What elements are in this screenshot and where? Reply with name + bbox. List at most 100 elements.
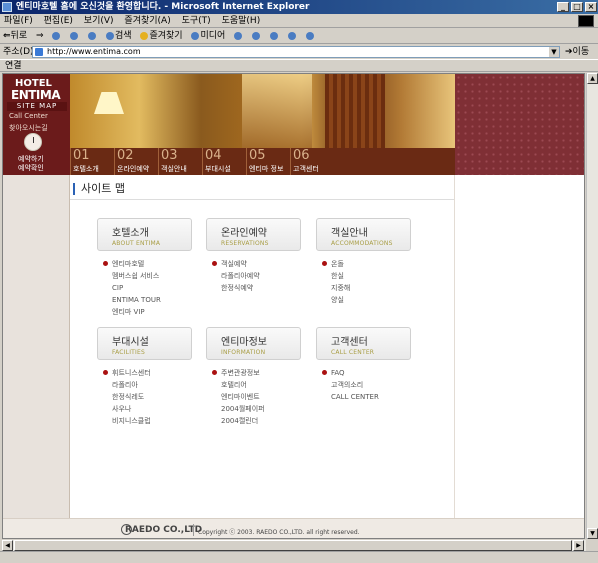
- decorative-pattern: [455, 74, 584, 175]
- sitemap-link[interactable]: 멤버스쉽 서비스: [112, 270, 192, 282]
- category-links: 주변관광정보 호텔리어 엔티마이벤트 2004월페이퍼 2004캘린더: [206, 367, 301, 427]
- sitemap-link[interactable]: FAQ: [322, 367, 411, 379]
- call-center-link[interactable]: Call Center: [9, 112, 48, 120]
- sitemap-link[interactable]: 한정식예약: [221, 282, 301, 294]
- copyright-text: Copyright ⓒ 2003. RAEDO CO.,LTD. all rig…: [198, 529, 360, 536]
- stop-icon: [52, 31, 61, 40]
- sitemap-link[interactable]: 라폴리아예약: [221, 270, 301, 282]
- links-bar[interactable]: 연결: [0, 59, 598, 72]
- sitemap-link[interactable]: ENTIMA TOUR: [112, 294, 192, 306]
- sitemap-link[interactable]: 휘트니스센터: [103, 367, 192, 379]
- discuss-button[interactable]: [303, 29, 318, 44]
- favorites-button[interactable]: 즐겨찾기: [137, 29, 185, 44]
- sitemap-link[interactable]: 2004캘린더: [221, 415, 301, 427]
- go-button[interactable]: ➔이동: [565, 45, 589, 59]
- sitemap-link[interactable]: 사우나: [112, 403, 192, 415]
- scroll-down-icon[interactable]: ▼: [587, 528, 598, 539]
- category-subtitle: INFORMATION: [221, 349, 266, 356]
- category-header[interactable]: 고객센터 CALL CENTER: [316, 327, 411, 360]
- category-subtitle: RESERVATIONS: [221, 240, 269, 247]
- menu-tools[interactable]: 도구(T): [178, 14, 215, 28]
- mail-button[interactable]: [249, 29, 264, 44]
- sitemap-link[interactable]: CIP: [112, 282, 192, 294]
- sitemap-link[interactable]: 엔티마호텔: [103, 258, 192, 270]
- category-header[interactable]: 온라인예약 RESERVATIONS: [206, 218, 301, 251]
- sitemap-link[interactable]: 엔티마 VIP: [112, 306, 192, 318]
- sitemap-link[interactable]: 지중해: [331, 282, 411, 294]
- nav-tab-facilities[interactable]: 04 부대시설: [202, 148, 246, 175]
- sitemap-link[interactable]: 라폴리아: [112, 379, 192, 391]
- windows-logo-icon: [578, 15, 594, 27]
- menu-file[interactable]: 파일(F): [0, 14, 37, 28]
- right-blank-pane: [454, 175, 584, 518]
- history-button[interactable]: [231, 29, 246, 44]
- sitemap-link[interactable]: 한정식레도: [112, 391, 192, 403]
- scroll-left-icon[interactable]: ◀: [2, 540, 13, 551]
- sitemap-link[interactable]: 온돌: [322, 258, 411, 270]
- address-url: http://www.entima.com: [47, 47, 141, 56]
- sitemap-link[interactable]: 비지니스클럽: [112, 415, 192, 427]
- horizontal-scroll-thumb[interactable]: [14, 540, 572, 551]
- back-button[interactable]: ⇐뒤로: [0, 29, 30, 44]
- menu-view[interactable]: 보기(V): [80, 14, 118, 28]
- category-reservations: 온라인예약 RESERVATIONS 객실예약 라폴리아예약 한정식예약: [206, 218, 301, 294]
- home-button[interactable]: [85, 29, 100, 44]
- browser-viewport: HOTEL ENTIMA SITE MAP Call Center 찾아오시는길…: [2, 73, 585, 539]
- category-header[interactable]: 호텔소개 ABOUT ENTIMA: [97, 218, 192, 251]
- search-button[interactable]: 검색: [103, 29, 135, 44]
- sitemap-link[interactable]: 2004월페이퍼: [221, 403, 301, 415]
- nav-tab-customer-center[interactable]: 06 고객센터: [290, 148, 334, 175]
- directions-link[interactable]: 찾아오시는길: [9, 123, 48, 133]
- edit-button[interactable]: [285, 29, 300, 44]
- sitemap-link[interactable]: 엔티마이벤트: [221, 391, 301, 403]
- sitemap-link[interactable]: 호텔리어: [221, 379, 301, 391]
- brand-panel: HOTEL ENTIMA SITE MAP Call Center 찾아오시는길…: [3, 74, 70, 175]
- sitemap-link[interactable]: SITE MAP: [7, 102, 67, 111]
- title-divider: [70, 199, 454, 200]
- sitemap-link[interactable]: CALL CENTER: [331, 391, 411, 403]
- nav-tab-label: 온라인예약: [117, 165, 150, 173]
- media-button[interactable]: 미디어: [188, 29, 228, 44]
- nav-tab-reservations[interactable]: 02 온라인예약: [114, 148, 158, 175]
- sitemap-link[interactable]: 고객의소리: [331, 379, 411, 391]
- nav-tab-label: 호텔소개: [73, 165, 99, 173]
- sitemap-link[interactable]: 주변관광정보: [212, 367, 301, 379]
- nav-tab-information[interactable]: 05 엔티마 정보: [246, 148, 290, 175]
- address-dropdown-icon[interactable]: ▼: [549, 47, 559, 57]
- refresh-button[interactable]: [67, 29, 82, 44]
- logo-entima-text[interactable]: ENTIMA: [11, 88, 61, 102]
- confirm-reservation-link[interactable]: 예약확인: [18, 163, 44, 173]
- horizontal-scrollbar[interactable]: ◀ ▶: [2, 540, 586, 551]
- category-facilities: 부대시설 FACILITIES 휘트니스센터 라폴리아 한정식레도 사우나 비지…: [97, 327, 192, 427]
- forward-button[interactable]: ⇒: [33, 29, 47, 44]
- hotel-room-photo: [70, 74, 455, 148]
- close-button[interactable]: ×: [585, 2, 597, 12]
- category-header[interactable]: 객실안내 ACCOMMODATIONS: [316, 218, 411, 251]
- stop-button[interactable]: [49, 29, 64, 44]
- sitemap-link[interactable]: 한실: [331, 270, 411, 282]
- menu-edit[interactable]: 편집(E): [40, 14, 77, 28]
- minimize-button[interactable]: _: [557, 2, 569, 12]
- scroll-right-icon[interactable]: ▶: [573, 540, 584, 551]
- company-logo-text: RAEDO CO.,LTD: [125, 525, 203, 535]
- nav-tab-label: 엔티마 정보: [249, 165, 284, 173]
- address-bar: 주소(D) http://www.entima.com ▼ ➔이동: [0, 45, 598, 59]
- maximize-button[interactable]: □: [571, 2, 583, 12]
- category-title: 엔티마정보: [221, 337, 267, 348]
- scroll-up-icon[interactable]: ▲: [587, 73, 598, 84]
- nav-tab-rooms[interactable]: 03 객실안내: [158, 148, 202, 175]
- sitemap-link[interactable]: 객실예약: [212, 258, 301, 270]
- nav-tab-about[interactable]: 01 호텔소개: [70, 148, 114, 175]
- address-input[interactable]: http://www.entima.com ▼: [32, 46, 560, 58]
- category-title: 부대시설: [112, 337, 149, 348]
- ie-icon: [2, 2, 12, 12]
- status-bar: [0, 551, 598, 563]
- menu-favorites[interactable]: 즐겨찾기(A): [120, 14, 174, 28]
- vertical-scrollbar[interactable]: ▲ ▼: [586, 73, 598, 539]
- print-button[interactable]: [267, 29, 282, 44]
- category-header[interactable]: 부대시설 FACILITIES: [97, 327, 192, 360]
- category-header[interactable]: 엔티마정보 INFORMATION: [206, 327, 301, 360]
- menu-help[interactable]: 도움말(H): [218, 14, 265, 28]
- sitemap-link[interactable]: 양실: [331, 294, 411, 306]
- footer-separator: [193, 524, 194, 536]
